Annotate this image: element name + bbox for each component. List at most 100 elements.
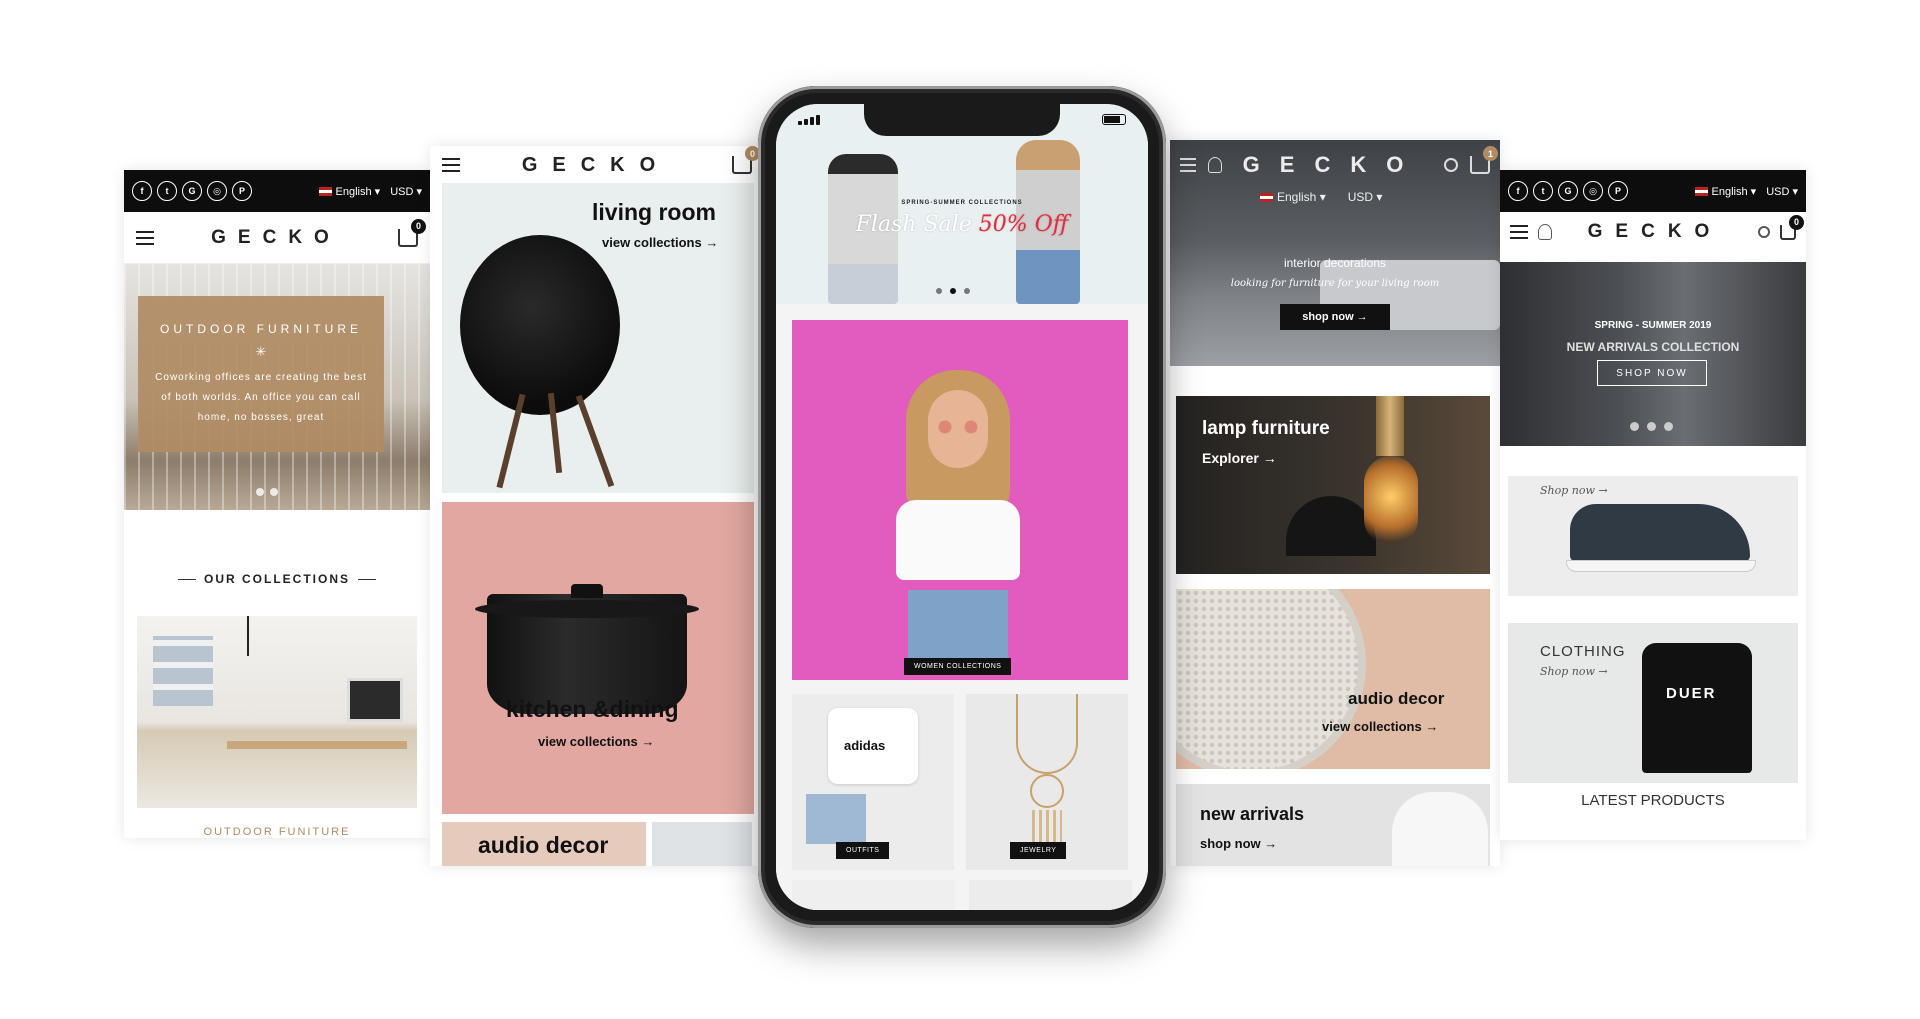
jewelry-tile[interactable]: JEWELRY (966, 694, 1128, 870)
instagram-icon[interactable]: ◎ (207, 181, 227, 201)
tshirt-image: adidas (828, 708, 918, 784)
snowflake-icon: ✳ (255, 344, 267, 359)
search-icon[interactable] (1758, 226, 1770, 238)
mobile-screen-living: GECKO 0 living room view collections → k… (430, 146, 764, 866)
collections-heading: OUR COLLECTIONS (124, 572, 430, 586)
new-arrivals-title: new arrivals (1200, 804, 1305, 824)
logo[interactable]: GECKO (1588, 221, 1723, 243)
language-select[interactable]: English ▾ (1260, 190, 1326, 204)
twitter-icon[interactable]: t (1533, 181, 1553, 201)
flash-sale-label: Flash Sale (855, 212, 972, 237)
shop-now-link[interactable]: Shop now → (1540, 484, 1608, 497)
google-plus-icon[interactable]: G (182, 181, 202, 201)
cart-icon[interactable]: 1 (1470, 146, 1498, 174)
kitchen-title: kitchen &dining (506, 696, 679, 722)
logo[interactable]: GECKO (1243, 152, 1424, 178)
top-bar: f t G ◎ P English ▾ USD ▾ (1500, 170, 1806, 212)
facebook-icon[interactable]: f (132, 181, 152, 201)
audio-banner[interactable]: audio decor (442, 822, 646, 866)
phone-screen: SPRING-SUMMER COLLECTIONS Flash Sale 50%… (776, 104, 1148, 910)
lamp-link[interactable]: Explorer → (1202, 450, 1277, 466)
menu-icon[interactable] (1510, 225, 1528, 239)
facebook-icon[interactable]: f (1508, 181, 1528, 201)
logo[interactable]: GECKO (211, 227, 341, 249)
battery-icon (1102, 114, 1126, 125)
currency-label: USD (1347, 190, 1374, 204)
hero-banner[interactable]: OUTDOOR FURNITURE ✳ Coworking offices ar… (124, 264, 430, 510)
shop-now-link[interactable]: Shop now → (1540, 665, 1608, 678)
outfits-tile[interactable]: adidas OUTFITS (792, 694, 954, 870)
slider-dots[interactable] (1630, 422, 1673, 431)
menu-icon[interactable] (442, 158, 460, 172)
new-arrivals-link[interactable]: shop now → (1200, 836, 1277, 851)
shop-now-button[interactable]: SHOP NOW (1597, 360, 1707, 386)
bulb-image (1364, 456, 1418, 546)
currency-select[interactable]: USD ▾ (1766, 185, 1798, 198)
pinterest-icon[interactable]: P (232, 181, 252, 201)
instagram-icon[interactable]: ◎ (1583, 181, 1603, 201)
women-collection-banner[interactable]: WOMEN COLLECTIONS (792, 320, 1128, 680)
google-plus-icon[interactable]: G (1558, 181, 1578, 201)
language-select[interactable]: English ▾ (318, 185, 380, 198)
latest-products-heading: LATEST PRODUCTS (1581, 792, 1725, 809)
collection-image[interactable] (137, 616, 417, 808)
jewelry-tag[interactable]: JEWELRY (1010, 842, 1067, 859)
shoe-product-card[interactable]: Shop now → (1508, 476, 1798, 596)
clothing-card[interactable]: CLOTHING Shop now → DUER (1508, 623, 1798, 783)
iphone-mockup: SPRING-SUMMER COLLECTIONS Flash Sale 50%… (758, 86, 1166, 928)
social-icons: f t G ◎ P (1508, 181, 1628, 201)
hero-description: Coworking offices are creating the best … (155, 372, 367, 423)
outfits-tag[interactable]: OUTFITS (836, 842, 890, 859)
language-select[interactable]: English ▾ (1694, 185, 1756, 198)
logo[interactable]: GECKO (522, 154, 670, 177)
currency-select[interactable]: USD ▾ (390, 185, 422, 198)
hero-title: interior decorations (1283, 256, 1387, 270)
sneaker-image (1570, 504, 1750, 562)
living-room-link[interactable]: view collections → (602, 235, 718, 250)
living-room-banner[interactable]: living room view collections → (442, 183, 754, 493)
language-label: English (1711, 185, 1748, 198)
hero-banner[interactable]: SPRING - SUMMER 2019 NEW ARRIVALS COLLEC… (1500, 262, 1806, 446)
audio-link[interactable]: view collections → (1322, 719, 1438, 734)
lamp-banner[interactable]: lamp furniture Explorer → (1176, 396, 1490, 574)
hero-banner[interactable]: GECKO 1 English ▾ USD ▾ interior decorat… (1170, 140, 1500, 366)
mobile-screen-interior: GECKO 1 English ▾ USD ▾ interior decorat… (1170, 140, 1500, 866)
us-flag-icon (1260, 193, 1273, 203)
vase-image (1392, 792, 1488, 866)
lamp-cord (247, 616, 267, 656)
account-icon[interactable] (1208, 157, 1222, 173)
living-room-title: living room (592, 199, 716, 225)
cart-icon[interactable]: 0 (398, 218, 426, 247)
tshirt-print: DUER (1666, 685, 1717, 702)
new-arrivals-banner[interactable]: new arrivals shop now → (1176, 784, 1490, 866)
hero-subtitle: looking for furniture for your living ro… (1230, 278, 1440, 289)
kitchen-link[interactable]: view collections → (538, 734, 654, 749)
tshirt-image: DUER (1642, 643, 1752, 773)
kitchen-banner[interactable]: kitchen &dining view collections → (442, 502, 754, 814)
collection-label[interactable]: OUTDOOR FUNITURE (124, 826, 430, 838)
signal-icon (798, 114, 820, 125)
cart-icon[interactable]: 0 (732, 146, 760, 174)
product-thumbnail[interactable] (652, 822, 752, 866)
header: GECKO 0 (430, 146, 764, 184)
menu-icon[interactable] (136, 230, 154, 245)
currency-select[interactable]: USD ▾ (1348, 190, 1383, 204)
language-currency: English ▾ USD ▾ (1260, 190, 1382, 204)
flash-sale-text: Flash Sale 50% Off (776, 212, 1148, 237)
search-icon[interactable] (1444, 158, 1458, 172)
audio-banner[interactable]: audio decor view collections → (1176, 589, 1490, 769)
slider-dots[interactable] (936, 288, 970, 294)
header: GECKO 0 (124, 212, 430, 264)
pinterest-icon[interactable]: P (1608, 181, 1628, 201)
slider-dots[interactable] (256, 488, 278, 496)
menu-icon[interactable] (1180, 158, 1196, 172)
desk (227, 741, 407, 749)
twitter-icon[interactable]: t (157, 181, 177, 201)
shop-now-button[interactable]: shop now → (1280, 304, 1390, 330)
women-collections-tag[interactable]: WOMEN COLLECTIONS (904, 658, 1012, 675)
account-icon[interactable] (1538, 224, 1552, 240)
top-bar: f t G ◎ P English ▾ USD ▾ (124, 170, 430, 212)
cart-icon[interactable]: 0 (1780, 214, 1804, 240)
tshirt-print: adidas (844, 738, 886, 753)
currency-label: USD (1766, 185, 1790, 198)
